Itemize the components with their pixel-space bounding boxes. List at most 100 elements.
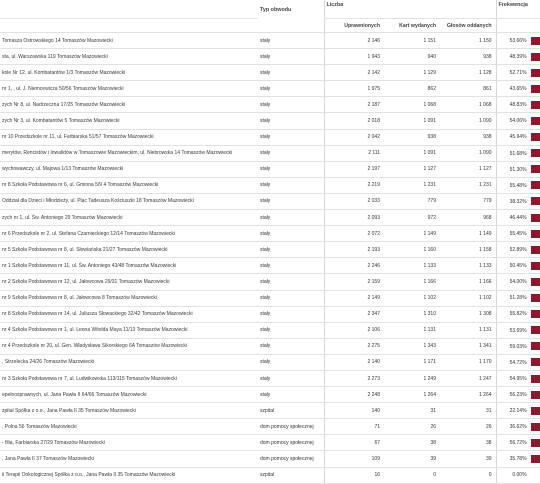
ballots-issued-count: 862 [384,80,440,98]
turnout-cell: 35.78% [495,450,540,468]
table-row: Oddział dla Dzieci i Młodzieży, ul. Plac… [0,193,540,211]
votes-cast-count: 1 264 [440,386,497,404]
district-name: kole Nr 12, ul. Kombatantów 1/3 Tomaszów… [0,64,258,82]
eligible-count: 2 093 [323,209,384,227]
table-row: wychowawczy, ul. Majowa 1/13 Tomaszów Ma… [0,161,540,178]
district-name: nr 4 Szkoła Podstawowa nr 1, ul. Leona W… [0,322,258,339]
eligible-count: 2 159 [323,273,384,291]
table-row: sta, ul. Warszawska 119 Tomaszów Mazowie… [0,48,540,66]
turnout-percent: 55.48% [509,182,527,189]
table-row: nr 6 Przedszkole nr 2, ul. Stefana Czarn… [0,225,540,243]
district-type: stały [258,290,324,307]
turnout-bar [530,406,540,415]
turnout-percent: 53.69% [509,327,527,334]
turnout-cell: 59.03% [495,338,540,355]
district-type: stały [258,225,324,243]
ballots-issued-header: Kart wydanych [384,18,440,33]
table-row: , Strzelecka 24/26 Tomaszów Mazowiecki st… [0,354,540,371]
eligible-count: 67 [323,434,384,452]
turnout-percent: 36.62% [509,424,527,431]
turnout-percent: 46.44% [509,214,527,221]
ballots-issued-count: 1 131 [384,322,440,339]
turnout-bar [530,422,540,431]
district-type: stały [258,96,324,114]
turnout-percent: 48.39% [509,53,527,60]
turnout-bar [530,326,540,335]
votes-cast-count: 1 090 [440,145,497,162]
district-type: stały [258,386,324,404]
district-name: nr 6 Przedszkole nr 2, ul. Stefana Czarn… [0,225,258,243]
eligible-count: 2 106 [323,322,384,339]
district-name: merytów, Rencistów i Inwalidów w Tomaszo… [0,145,258,162]
ballots-issued-count: 972 [384,209,440,227]
turnout-cell: 56.72% [495,434,540,452]
ballots-issued-count: 1 127 [384,161,440,178]
turnout-percent: 51.30% [509,166,527,173]
district-type: dom pomocy społecznej [258,418,324,436]
turnout-cell: 54.00% [495,273,540,291]
turnout-bar [530,390,540,399]
eligible-count: 2 149 [323,290,384,307]
votes-cast-count: 26 [440,418,497,436]
table-header: Typ obwodu Liczba Frekwencja Uprawnionyc… [0,0,540,33]
turnout-percent: 35.78% [509,456,527,463]
votes-cast-count: 39 [440,450,497,468]
turnout-bar [530,165,540,174]
turnout-percent: 0.00% [512,472,527,479]
district-type: stały [258,241,324,259]
turnout-percent: 51.28% [509,295,527,302]
turnout-percent: 52.71% [509,70,527,77]
table-row: nr 9 Szkoła Podstawowa nr 8, ul. Jałowco… [0,290,540,307]
votes-cast-count: 1 090 [440,112,497,130]
eligible-count: 2 193 [323,241,384,259]
votes-cast-header: Głosów oddanych [440,18,497,33]
eligible-count: 2 142 [323,64,384,82]
votes-cast-count: 1 247 [440,370,497,388]
ballots-issued-count: 38 [384,434,440,452]
turnout-cell: 53.66% [495,32,540,50]
table-row: , Jana Pawła II 37 Tomaszów Mazowiecki do… [0,450,540,468]
turnout-percent: 43.65% [509,86,527,93]
district-type: stały [258,370,324,388]
district-type: stały [258,322,324,339]
ballots-issued-count: 1 310 [384,306,440,323]
turnout-bar [530,197,540,206]
district-name: nr 8 Szkoła Podstawowa nr 14, ul. Julius… [0,306,258,323]
ballots-issued-count: 26 [384,418,440,436]
district-name: nr 2 Szkoła Podstawowa nr 12, ul. Jałowc… [0,273,258,291]
district-type: stały [258,338,324,355]
district-type: stały [258,354,324,371]
district-name: , Polna 56 Tomaszów Mazowiecki [0,418,258,436]
eligible-count: 2 219 [323,177,384,194]
table-row: nr 8 Szkoła Podstawowa nr 14, ul. Julius… [0,306,540,323]
ballots-issued-count: 940 [384,48,440,66]
district-name: - filia, Farbiarska 27/29 Tomaszów Mazow… [0,434,258,452]
table-row: merytów, Rencistów i Inwalidów w Tomaszo… [0,145,540,162]
eligible-count: 2 197 [323,161,384,178]
ballots-issued-count: 1 091 [384,145,440,162]
votes-cast-count: 1 341 [440,338,497,355]
turnout-bar [530,117,540,126]
ballots-issued-count: 1 343 [384,338,440,355]
turnout-cell: 48.83% [495,96,540,114]
votes-cast-count: 938 [440,48,497,66]
turnout-percent: 55.82% [509,311,527,318]
turnout-percent: 54.72% [509,359,527,366]
turnout-cell: 51.30% [495,161,540,178]
table-row: , Polna 56 Tomaszów Mazowiecki dom pomocy… [0,418,540,436]
district-name: zpital Spółka z o.o., Jana Pawła II 35 T… [0,402,258,420]
eligible-count: 16 [323,467,384,484]
table-row: nr 2 Szkoła Podstawowa nr 12, ul. Jałowc… [0,273,540,291]
ballots-issued-count: 1 171 [384,354,440,371]
table-row: nr 5 Szkoła Podstawowa nr 8, ul. Słowiań… [0,241,540,259]
turnout-percent: 48.83% [509,102,527,109]
district-type: stały [258,145,324,162]
turnout-bar [530,342,540,351]
turnout-bar [530,261,540,270]
ballots-issued-count: 938 [384,129,440,146]
district-type: stały [258,177,324,194]
district-type: stały [258,112,324,130]
district-name: nr 1 Szkoła Podstawowa nr 11, ul. Św. An… [0,257,258,275]
district-type: stały [258,257,324,275]
table-body: Tomasza Ostrowskiego 14 Tomaszów Mazowie… [0,32,540,484]
